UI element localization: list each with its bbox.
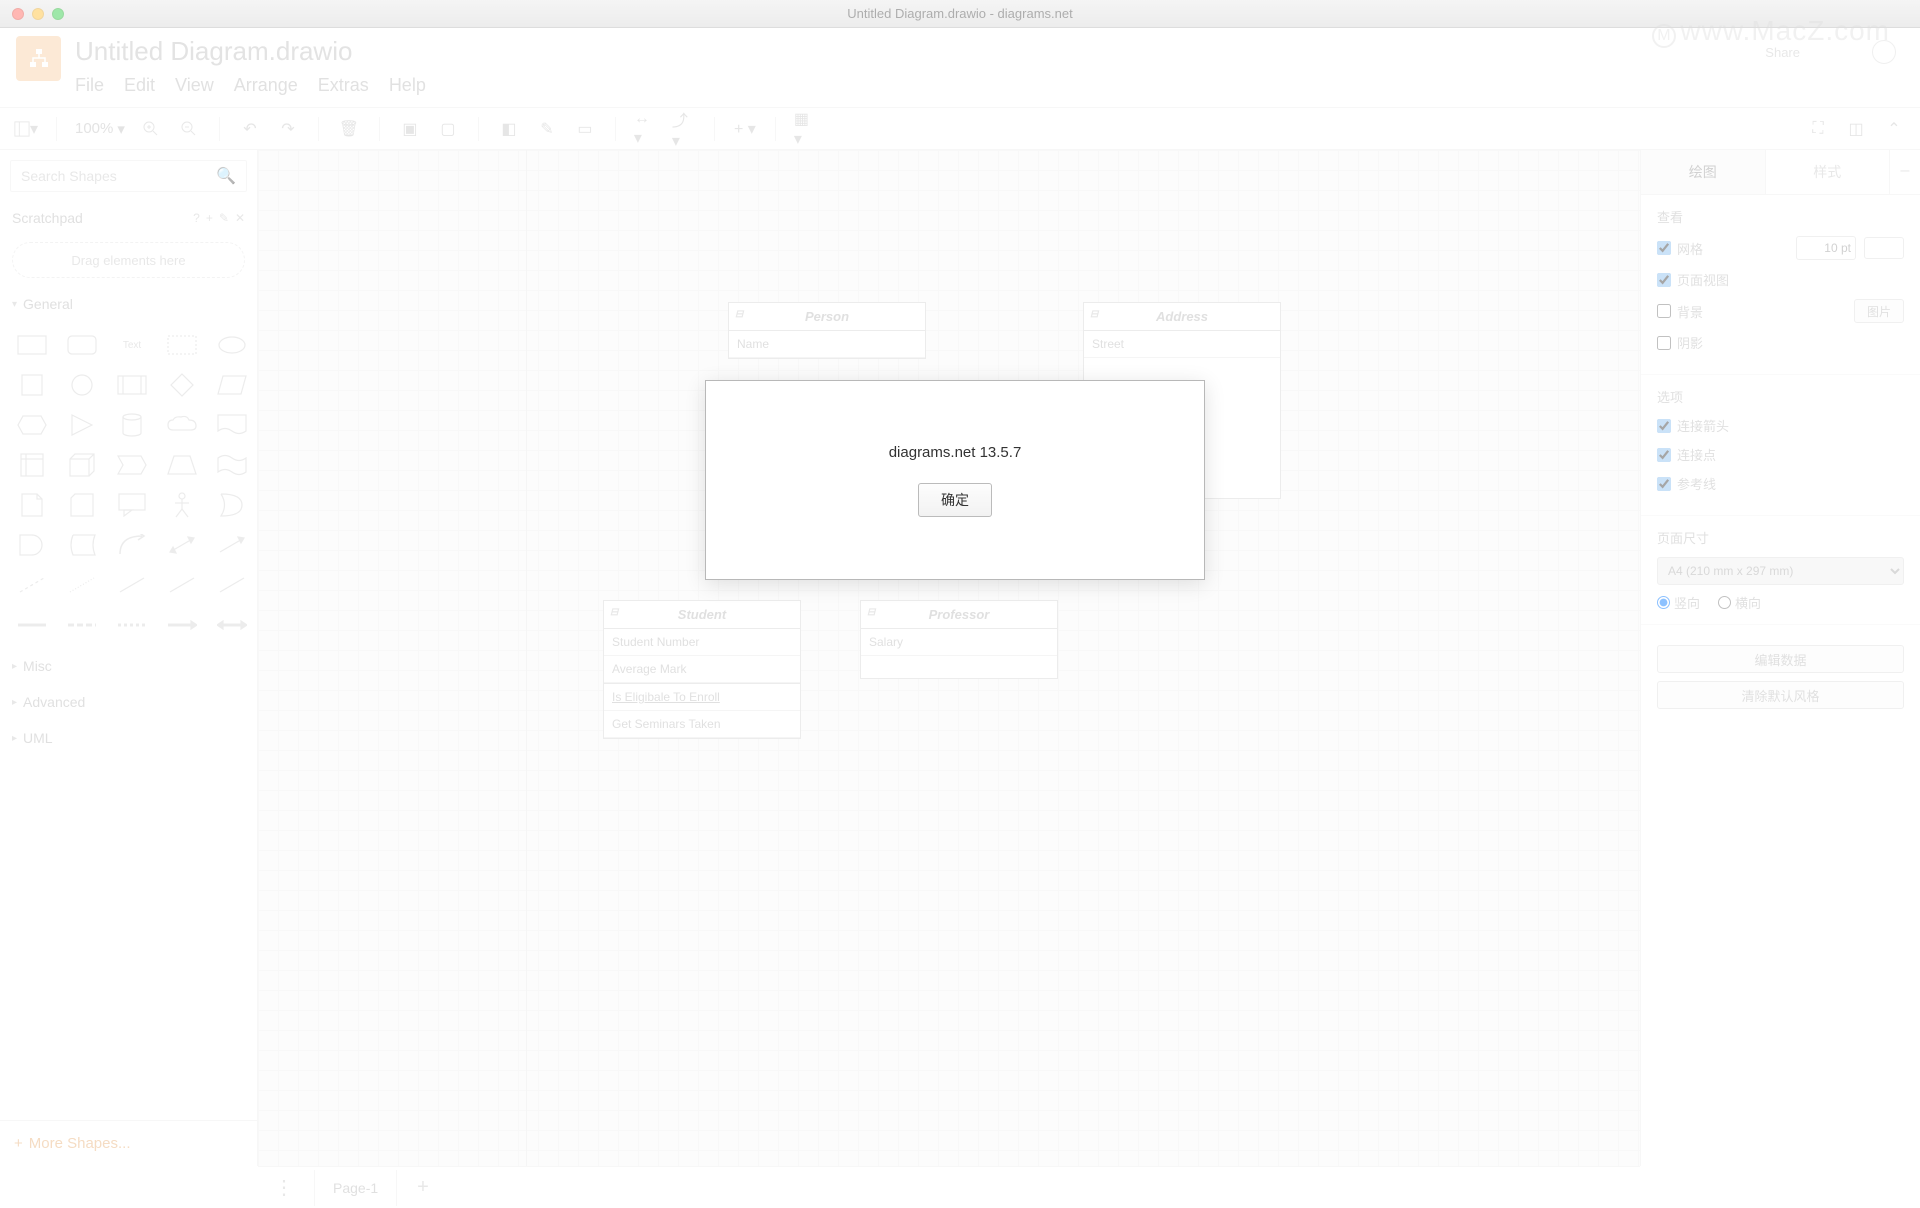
ok-button[interactable]: 确定: [918, 483, 992, 517]
modal-overlay: [0, 0, 1920, 1208]
dialog-message: diagrams.net 13.5.7: [889, 444, 1022, 461]
about-dialog: diagrams.net 13.5.7 确定: [705, 380, 1205, 580]
